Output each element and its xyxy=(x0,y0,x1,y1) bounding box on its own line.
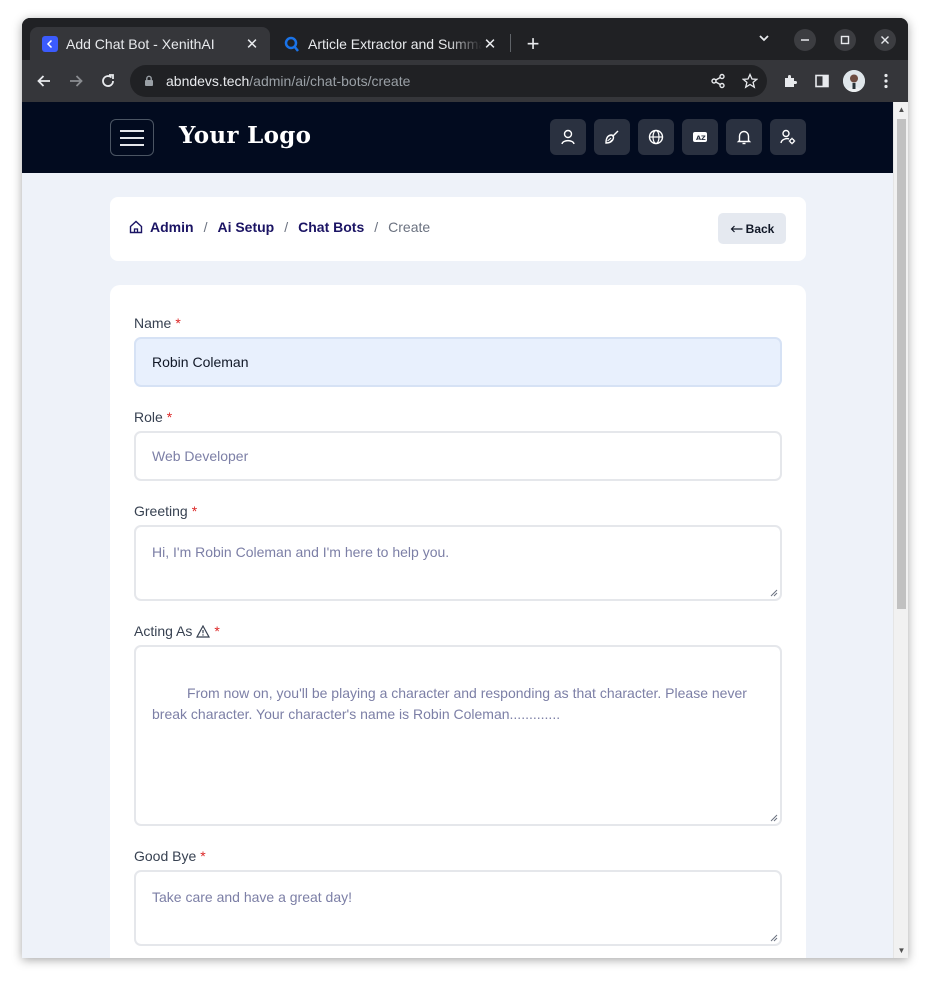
tab-add-chat-bot[interactable]: Add Chat Bot - XenithAI ✕ xyxy=(30,27,270,60)
tab-separator xyxy=(510,34,511,52)
close-window-button[interactable] xyxy=(874,29,896,51)
good-bye-label: Good Bye * xyxy=(134,848,206,864)
close-tab-icon[interactable]: ✕ xyxy=(244,35,260,53)
tab-strip: Add Chat Bot - XenithAI ✕ Article Extrac… xyxy=(22,18,908,60)
back-button[interactable]: Back xyxy=(718,213,786,244)
acting-as-label: Acting As * xyxy=(134,623,220,639)
breadcrumb-chat-bots[interactable]: Chat Bots xyxy=(298,219,364,235)
browser-toolbar: abndevs.tech/admin/ai/chat-bots/create xyxy=(22,60,908,102)
browser-menu-icon[interactable] xyxy=(874,69,898,93)
role-label: Role * xyxy=(134,409,172,425)
xenith-favicon-icon xyxy=(42,35,58,52)
broom-icon[interactable] xyxy=(594,119,630,155)
scroll-up-arrow-icon[interactable]: ▲ xyxy=(897,105,906,114)
breadcrumb-separator: / xyxy=(203,219,208,235)
bell-icon[interactable] xyxy=(726,119,762,155)
extensions-puzzle-icon[interactable] xyxy=(778,69,802,93)
greeting-placeholder: Hi, I'm Robin Coleman and I'm here to he… xyxy=(152,544,450,560)
required-mark: * xyxy=(175,315,181,331)
tab-title: Add Chat Bot - XenithAI xyxy=(66,35,215,52)
back-arrow-icon[interactable] xyxy=(32,69,56,93)
role-placeholder: Web Developer xyxy=(152,448,249,464)
name-input[interactable]: Robin Coleman xyxy=(134,337,782,387)
back-arrow-icon xyxy=(730,225,743,232)
scrollbar-thumb[interactable] xyxy=(897,119,906,609)
page-viewport: Your Logo AZ Admin / Ai Setup / Chat Bot… xyxy=(22,102,908,958)
good-bye-label-text: Good Bye xyxy=(134,848,197,864)
breadcrumb-ai-setup[interactable]: Ai Setup xyxy=(217,219,274,235)
browser-window: Add Chat Bot - XenithAI ✕ Article Extrac… xyxy=(22,18,908,958)
good-bye-placeholder: Take care and have a great day! xyxy=(152,889,353,905)
back-button-label: Back xyxy=(745,221,775,236)
resize-handle-icon[interactable] xyxy=(770,814,778,822)
scroll-down-arrow-icon[interactable]: ▼ xyxy=(897,946,906,955)
forward-arrow-icon[interactable] xyxy=(64,69,88,93)
url-text: abndevs.tech/admin/ai/chat-bots/create xyxy=(166,73,410,89)
user-icon[interactable] xyxy=(550,119,586,155)
acting-as-placeholder: From now on, you'll be playing a charact… xyxy=(152,685,751,722)
globe-icon[interactable] xyxy=(638,119,674,155)
breadcrumb-separator: / xyxy=(284,219,289,235)
logo[interactable]: Your Logo xyxy=(179,122,311,149)
menu-hamburger-button[interactable] xyxy=(110,119,154,156)
bookmark-star-icon[interactable] xyxy=(738,69,762,93)
resize-handle-icon[interactable] xyxy=(770,589,778,597)
address-bar[interactable]: abndevs.tech/admin/ai/chat-bots/create xyxy=(130,65,767,97)
greeting-textarea[interactable]: Hi, I'm Robin Coleman and I'm here to he… xyxy=(134,525,782,601)
resize-handle-icon[interactable] xyxy=(770,934,778,942)
breadcrumb-current: Create xyxy=(388,219,431,235)
acting-as-label-text: Acting As xyxy=(134,623,193,639)
share-icon[interactable] xyxy=(706,69,730,93)
tab-article-extractor[interactable]: Article Extractor and Summarizer ✕ xyxy=(272,27,508,60)
tab-title: Article Extractor and Summarizer xyxy=(308,35,482,52)
close-tab-icon[interactable]: ✕ xyxy=(482,35,498,53)
required-mark: * xyxy=(166,409,173,425)
warning-triangle-icon[interactable] xyxy=(196,624,211,638)
page-scrollbar[interactable]: ▲ ▼ xyxy=(893,102,908,958)
home-icon xyxy=(129,220,143,234)
breadcrumb: Admin / Ai Setup / Chat Bots / Create xyxy=(128,219,430,235)
breadcrumb-separator: / xyxy=(374,219,379,235)
greeting-label-text: Greeting xyxy=(134,503,188,519)
name-label: Name * xyxy=(134,315,181,331)
lock-icon xyxy=(145,75,153,86)
side-panel-icon[interactable] xyxy=(810,69,834,93)
reload-icon[interactable] xyxy=(96,69,120,93)
user-settings-icon[interactable] xyxy=(770,119,806,155)
article-extractor-favicon-icon xyxy=(284,36,300,52)
greeting-label: Greeting * xyxy=(134,503,197,519)
name-label-text: Name xyxy=(134,315,172,331)
role-input[interactable]: Web Developer xyxy=(134,431,782,481)
language-icon[interactable]: AZ xyxy=(682,119,718,155)
breadcrumb-card: Admin / Ai Setup / Chat Bots / Create Ba… xyxy=(110,197,806,261)
good-bye-textarea[interactable]: Take care and have a great day! xyxy=(134,870,782,946)
required-mark: * xyxy=(191,503,198,519)
maximize-button[interactable] xyxy=(834,29,856,51)
new-tab-button[interactable]: + xyxy=(519,30,547,58)
required-mark: * xyxy=(200,848,206,864)
url-host: abndevs.tech xyxy=(166,73,250,89)
name-input-value: Robin Coleman xyxy=(152,354,249,370)
minimize-button[interactable] xyxy=(794,29,816,51)
breadcrumb-admin[interactable]: Admin xyxy=(150,219,194,235)
profile-avatar[interactable] xyxy=(843,70,865,92)
tab-search-chevron-icon[interactable] xyxy=(758,31,770,47)
app-header: Your Logo AZ xyxy=(22,102,893,173)
svg-text:Z: Z xyxy=(701,134,706,142)
required-mark: * xyxy=(214,623,220,639)
acting-as-textarea[interactable]: From now on, you'll be playing a charact… xyxy=(134,645,782,826)
role-label-text: Role xyxy=(134,409,163,425)
url-path: /admin/ai/chat-bots/create xyxy=(249,73,411,89)
chat-bot-form: Name * Robin Coleman Role * Web Developer … xyxy=(110,285,806,958)
